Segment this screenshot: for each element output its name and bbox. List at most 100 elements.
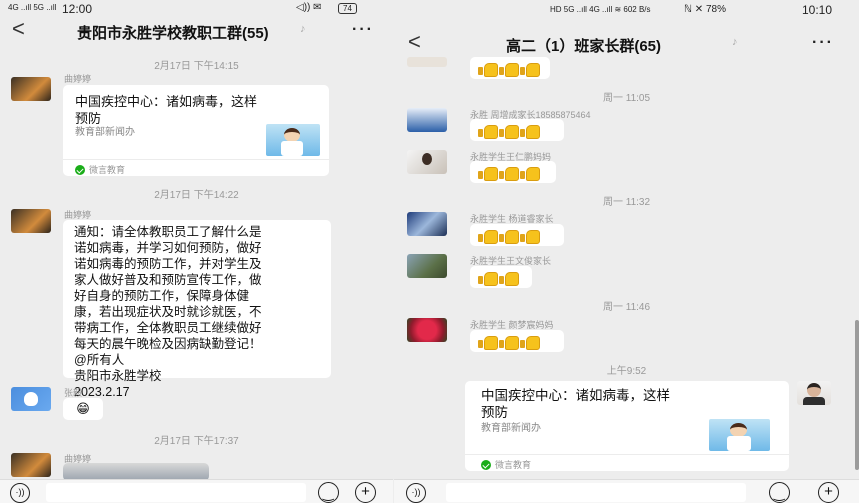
mute-icon: ♪ bbox=[300, 23, 306, 35]
avatar[interactable] bbox=[407, 108, 447, 132]
card-app-name: 微言教育 bbox=[89, 165, 126, 175]
input-bar: ·)) + bbox=[0, 479, 393, 503]
timestamp: 周一 11:46 bbox=[602, 302, 651, 313]
status-time: 10:10 bbox=[802, 3, 833, 17]
mention-all[interactable]: @所有人 bbox=[74, 352, 331, 368]
message-line: 诺如病毒的预防工作，并对学生及 bbox=[74, 257, 262, 271]
status-bar: HD 5G ..ıll 4G ..ıll ≋ 602 B/s ℕ ✕ 78% 1… bbox=[394, 0, 859, 18]
input-bar: ·)) + bbox=[394, 479, 859, 503]
thumbs-up-icon bbox=[478, 229, 498, 244]
chat-title: 贵阳市永胜学校教职工群(55) bbox=[77, 25, 269, 42]
emoji-message-bubble[interactable] bbox=[470, 330, 564, 352]
thumbs-up-icon bbox=[520, 229, 540, 244]
avatar[interactable] bbox=[407, 150, 447, 174]
signal-indicator: 4G ..ıll 5G ..ıll bbox=[8, 3, 57, 12]
emoji-button[interactable] bbox=[318, 482, 339, 503]
avatar[interactable] bbox=[407, 57, 447, 67]
card-title-line1: 中国疾控中心：诸如病毒，这样 bbox=[481, 388, 670, 403]
message-line: 家人做好普及和预防宣传工作，做 bbox=[74, 273, 262, 287]
thumbs-up-icon bbox=[499, 124, 519, 139]
more-button[interactable]: ··· bbox=[352, 21, 374, 39]
avatar[interactable] bbox=[11, 453, 51, 477]
chat-header: < 贵阳市永胜学校教职工群(55) ♪ ··· bbox=[0, 16, 393, 46]
avatar[interactable] bbox=[407, 212, 447, 236]
message-line: 2023.2.17 bbox=[74, 385, 130, 399]
message-line: 贵阳市永胜学校 bbox=[74, 369, 162, 383]
card-divider bbox=[63, 159, 329, 160]
card-app-name: 微言教育 bbox=[495, 460, 532, 470]
emoji-message-bubble[interactable] bbox=[470, 119, 564, 141]
thumbs-up-icon bbox=[499, 335, 519, 350]
timestamp: 周一 11:32 bbox=[602, 197, 651, 208]
timestamp: 周一 11:05 bbox=[602, 93, 651, 104]
mute-icon: ♪ bbox=[732, 36, 738, 48]
card-title-line1: 中国疾控中心：诸如病毒，这样 bbox=[75, 94, 258, 109]
timestamp: 2月17日 下午14:15 bbox=[154, 61, 239, 72]
plus-button[interactable]: + bbox=[818, 482, 839, 503]
status-icons: HD 5G ..ıll 4G ..ıll ≋ 602 B/s bbox=[550, 5, 651, 14]
thumbs-up-icon bbox=[499, 229, 519, 244]
message-input[interactable] bbox=[446, 483, 746, 502]
avatar[interactable] bbox=[11, 77, 51, 101]
emoji-button[interactable] bbox=[769, 482, 790, 503]
timestamp: 上午9:52 bbox=[606, 366, 647, 377]
chat-title: 高二（1）班家长群(65) bbox=[506, 38, 662, 55]
article-thumbnail bbox=[266, 124, 320, 156]
card-source: 教育部新闻办 bbox=[75, 127, 135, 138]
message-input[interactable] bbox=[46, 483, 306, 502]
weixin-check-icon bbox=[75, 164, 85, 175]
sender-name: 曲婷婷 bbox=[64, 74, 92, 84]
article-thumbnail bbox=[709, 419, 770, 451]
voice-button[interactable]: ·)) bbox=[10, 483, 30, 503]
back-button[interactable]: < bbox=[408, 29, 421, 55]
thumbs-up-icon bbox=[478, 166, 498, 181]
status-time: 12:00 bbox=[62, 2, 93, 16]
chat-header: < 高二（1）班家长群(65) ♪ ··· bbox=[394, 29, 859, 59]
thumbs-up-icon bbox=[478, 335, 498, 350]
status-extra: ℕ ✕ 78% bbox=[684, 4, 726, 15]
weixin-check-icon bbox=[481, 459, 491, 470]
message-line: 好自身的预防工作，保障身体健 bbox=[74, 289, 250, 303]
message-line: 每天的晨午晚检及因病缺勤登记！ bbox=[74, 337, 262, 351]
thumbs-up-icon bbox=[520, 166, 540, 181]
left-phone-screen: 4G ..ıll 5G ..ıll 12:00 ◁)) ✉ 74 < 贵阳市永胜… bbox=[0, 0, 393, 503]
timestamp: 2月17日 下午17:37 bbox=[154, 436, 239, 447]
status-icons: ◁)) ✉ bbox=[296, 2, 322, 13]
voice-button[interactable]: ·)) bbox=[406, 483, 426, 503]
emoji-message-bubble[interactable] bbox=[470, 57, 550, 79]
timestamp: 2月17日 下午14:22 bbox=[154, 190, 239, 201]
thumbs-up-icon bbox=[478, 271, 498, 286]
more-button[interactable]: ··· bbox=[812, 34, 834, 52]
thumbs-up-icon bbox=[499, 166, 519, 181]
card-source: 教育部新闻办 bbox=[481, 423, 541, 434]
article-card[interactable]: 中国疾控中心：诸如病毒，这样 预防 教育部新闻办 微言教育 bbox=[63, 85, 329, 176]
thumbs-up-icon bbox=[520, 124, 540, 139]
avatar[interactable] bbox=[407, 254, 447, 278]
card-footer: 微言教育 bbox=[75, 163, 125, 176]
avatar[interactable] bbox=[11, 387, 51, 411]
back-button[interactable]: < bbox=[12, 16, 25, 42]
message-line: 康，若出现症状及时就诊就医，不 bbox=[74, 305, 262, 319]
emoji-message-bubble[interactable] bbox=[470, 266, 532, 288]
emoji-message-bubble[interactable] bbox=[470, 161, 556, 183]
card-divider bbox=[465, 454, 789, 455]
grin-emoji: 😁 bbox=[76, 401, 90, 416]
avatar[interactable] bbox=[11, 209, 51, 233]
my-avatar[interactable] bbox=[797, 381, 831, 405]
message-line: 诺如病毒，并学习如何预防，做好 bbox=[74, 241, 262, 255]
battery-indicator: 74 bbox=[338, 3, 357, 14]
thumbs-up-icon bbox=[499, 271, 519, 286]
plus-button[interactable]: + bbox=[355, 482, 376, 503]
text-message-bubble[interactable]: 通知：请全体教职员工了解什么是 诺如病毒，并学习如何预防，做好 诺如病毒的预防工… bbox=[63, 220, 331, 399]
message-line: 通知：请全体教职员工了解什么是 bbox=[74, 225, 262, 239]
emoji-message-bubble[interactable]: 😁 bbox=[63, 398, 103, 420]
right-phone-screen: HD 5G ..ıll 4G ..ıll ≋ 602 B/s ℕ ✕ 78% 1… bbox=[394, 0, 859, 503]
message-line: 带病工作，全体教职员工继续做好 bbox=[74, 321, 262, 335]
scrollbar[interactable] bbox=[855, 320, 859, 470]
avatar[interactable] bbox=[407, 318, 447, 342]
thumbs-up-icon bbox=[520, 335, 540, 350]
card-footer: 微言教育 bbox=[481, 458, 531, 471]
article-card[interactable]: 中国疾控中心：诸如病毒，这样 预防 教育部新闻办 微言教育 bbox=[465, 381, 789, 471]
thumbs-up-icon bbox=[478, 124, 498, 139]
emoji-message-bubble[interactable] bbox=[470, 224, 564, 246]
